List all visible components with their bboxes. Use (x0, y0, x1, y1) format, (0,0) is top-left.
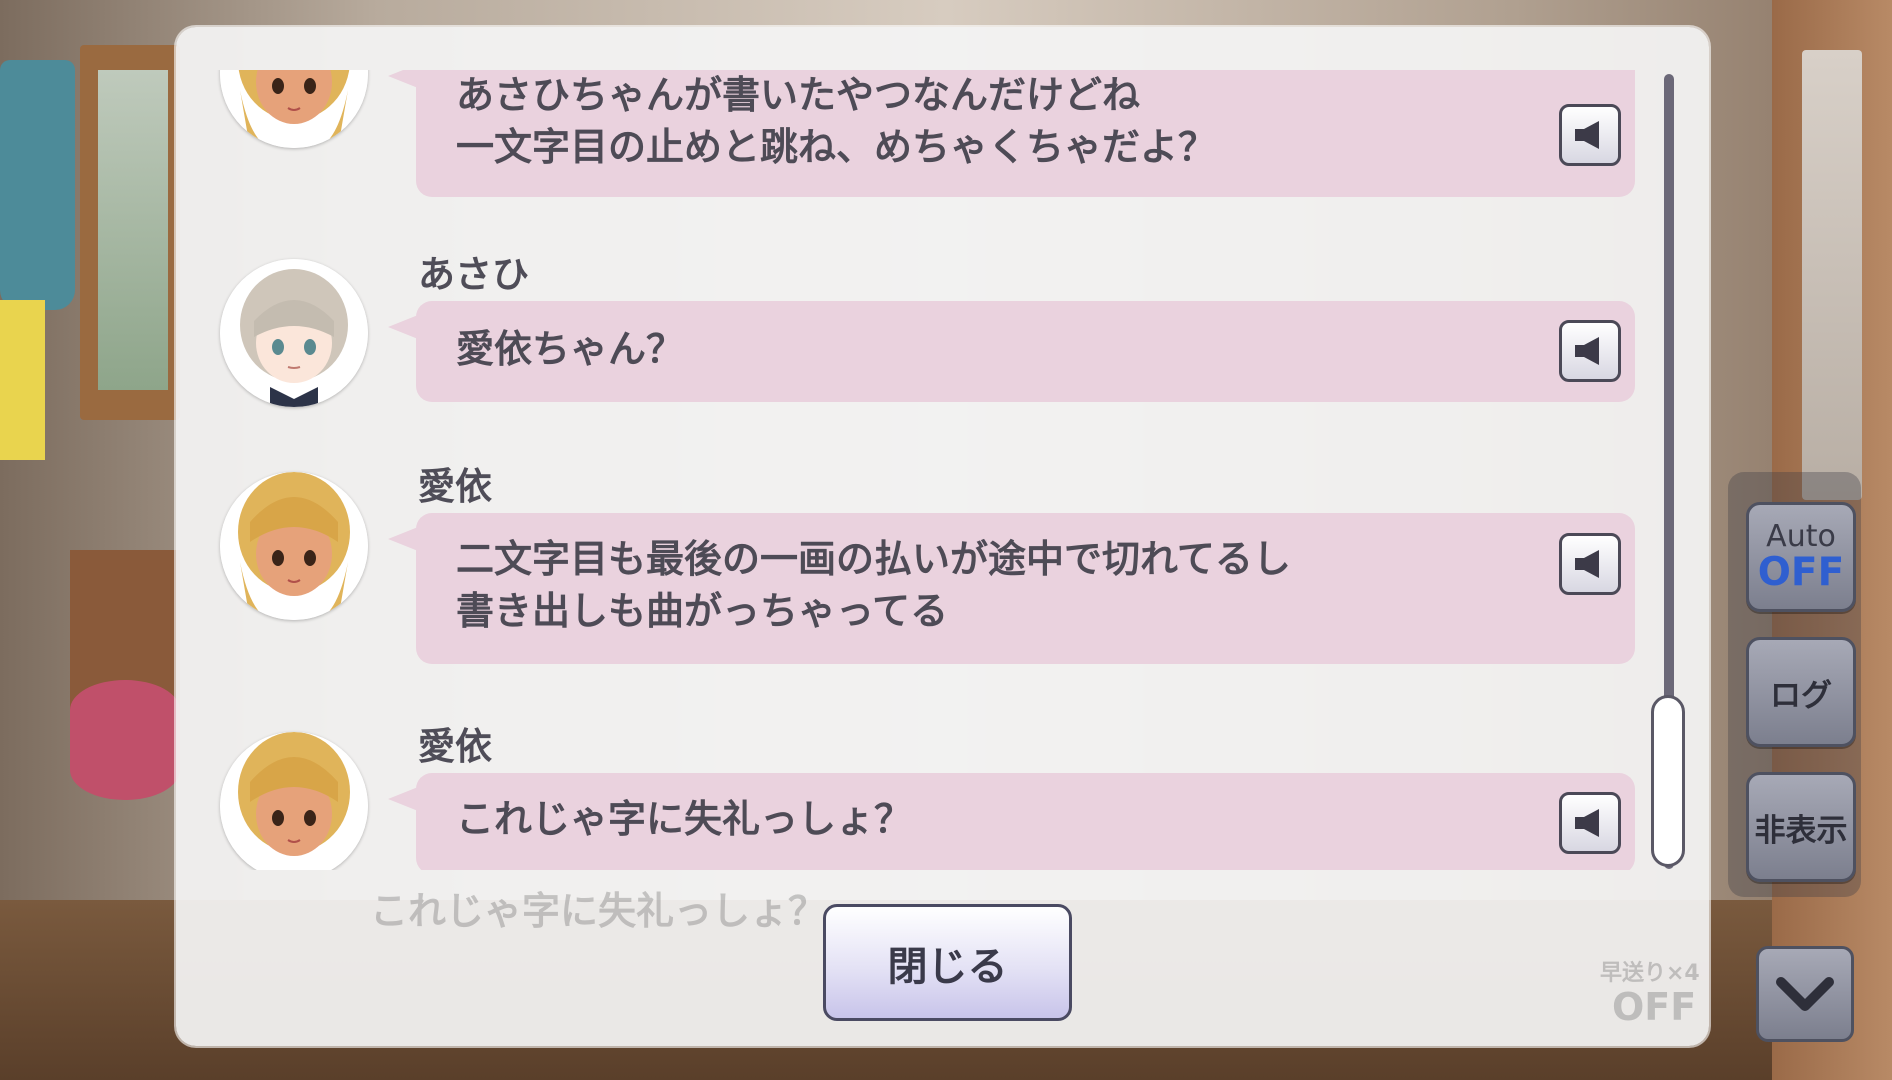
message-text: 二文字目も最後の一画の払いが途中で切れてるし 書き出しも曲がっちゃってる (456, 537, 1291, 633)
auto-state: OFF (1757, 550, 1845, 595)
log-entry: 愛依 これじゃ字に失礼っしょ？ (176, 722, 1666, 870)
speaker-name: あさひ (418, 253, 529, 296)
wall-poster (0, 300, 45, 460)
message-text: 愛依ちゃん？ (456, 327, 685, 371)
voice-replay-button[interactable] (1559, 533, 1621, 595)
speaker-name: 愛依 (418, 725, 492, 768)
door-glass (1802, 50, 1862, 500)
voice-replay-button[interactable] (1559, 320, 1621, 382)
log-label: ログ (1770, 677, 1832, 714)
blonde-tan-girl-avatar (220, 732, 368, 870)
message-bubble: これじゃ字に失礼っしょ？ (388, 773, 1635, 870)
message-text: これじゃ字に失礼っしょ？ (456, 797, 913, 841)
message-bubble: あさひちゃんが書いたやつなんだけどね 一文字目の止めと跳ね、めちゃくちゃだよ？ (388, 70, 1635, 197)
faded-dialogue-line: これじゃ字に失礼っしょ？ (370, 889, 827, 933)
voice-replay-button[interactable] (1559, 104, 1621, 166)
message-bubble: 二文字目も最後の一画の払いが途中で切れてるし 書き出しも曲がっちゃってる (388, 513, 1635, 664)
pink-stool (70, 680, 180, 800)
speaker-name: 愛依 (418, 465, 492, 508)
speaker-icon (1575, 550, 1599, 578)
message-text: あさひちゃんが書いたやつなんだけどね 一文字目の止めと跳ね、めちゃくちゃだよ？ (456, 73, 1217, 169)
chevron-down-icon (1776, 977, 1834, 1011)
log-entry: あさひ 愛依ちゃん？ (176, 250, 1666, 410)
speaker-icon (1575, 121, 1599, 149)
fast-forward-state: OFF (1612, 985, 1697, 1029)
hide-button[interactable]: 非表示 (1746, 772, 1856, 882)
speaker-icon (1575, 809, 1599, 837)
voice-replay-button[interactable] (1559, 792, 1621, 854)
log-entry: あさひちゃんが書いたやつなんだけどね 一文字目の止めと跳ね、めちゃくちゃだよ？ (176, 70, 1666, 200)
hide-label: 非表示 (1754, 812, 1848, 849)
auto-label: Auto (1766, 519, 1836, 554)
fast-forward-label: 早送り×4 (1600, 961, 1700, 986)
close-label: 閉じる (887, 943, 1008, 990)
log-entry: 愛依 二文字目も最後の一画の払いが途中で切れてるし 書き出しも曲がっちゃってる (176, 462, 1666, 664)
next-button[interactable] (1756, 946, 1854, 1042)
log-button[interactable]: ログ (1746, 637, 1856, 747)
hanging-jacket (0, 60, 75, 310)
log-scrollbar-thumb[interactable] (1651, 695, 1685, 867)
window-glass (98, 70, 168, 390)
log-scroll-area[interactable]: あさひちゃんが書いたやつなんだけどね 一文字目の止めと跳ね、めちゃくちゃだよ？ (176, 70, 1666, 870)
blonde-tan-girl-avatar (220, 472, 368, 620)
close-button[interactable]: 閉じる (823, 904, 1072, 1021)
speaker-icon (1575, 337, 1599, 365)
message-bubble: 愛依ちゃん？ (388, 301, 1635, 402)
auto-button[interactable]: Auto OFF (1746, 502, 1856, 612)
silver-hair-girl-avatar (220, 259, 368, 407)
blonde-tan-girl-avatar (220, 70, 368, 148)
